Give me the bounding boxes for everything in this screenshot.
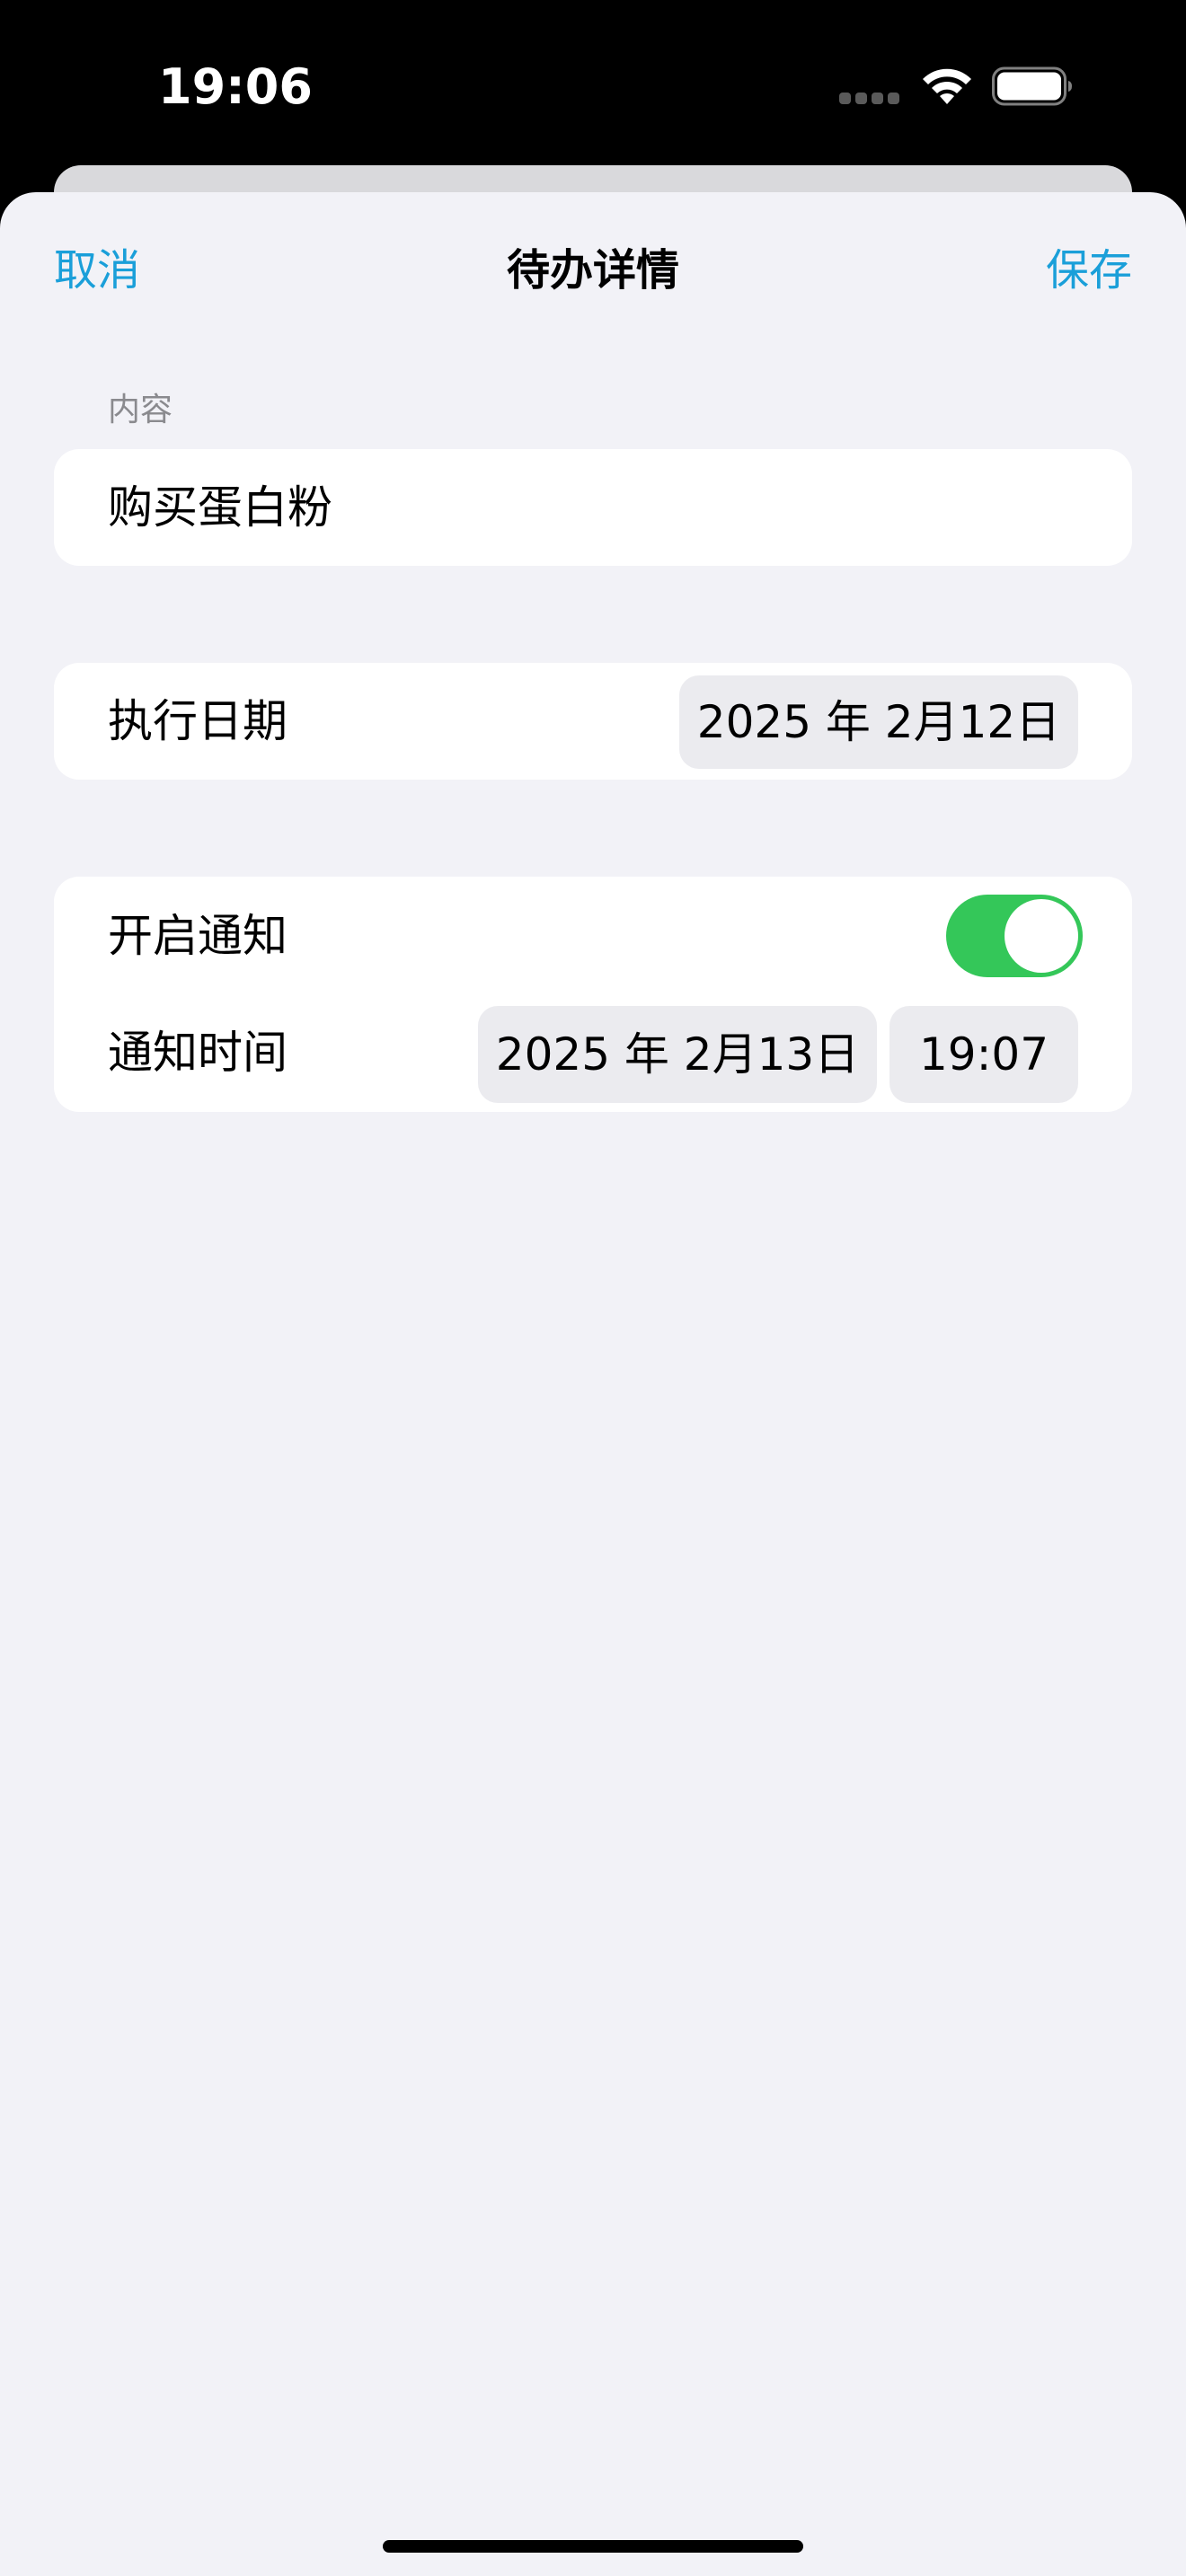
home-indicator: [383, 2540, 803, 2553]
content-section-header: 内容: [108, 392, 173, 428]
todo-detail-sheet: 取消 待办详情 保存 内容 执行日期 2025 年 2月12日 开启通知 通知时…: [0, 192, 1186, 2576]
status-time: 19:06: [158, 58, 313, 115]
execution-date-picker[interactable]: 2025 年 2月12日: [679, 675, 1078, 769]
content-input[interactable]: [108, 476, 1078, 539]
notification-time-label: 通知时间: [108, 1027, 288, 1079]
save-button[interactable]: 保存: [1046, 239, 1132, 302]
page-title: 待办详情: [506, 245, 679, 296]
content-card: [54, 449, 1132, 566]
date-card: 执行日期 2025 年 2月12日: [54, 663, 1132, 780]
notification-toggle[interactable]: [946, 895, 1083, 977]
battery-icon: [992, 66, 1072, 106]
execution-date-label: 执行日期: [108, 695, 288, 747]
notification-card: 开启通知 通知时间 2025 年 2月13日 19:07: [54, 877, 1132, 1112]
screen: 19:06 取消 待办详情 保存 内容 执行日期 2025 年 2月12日 开启…: [0, 0, 1186, 2576]
notification-time-picker[interactable]: 19:07: [890, 1006, 1078, 1103]
enable-notification-label: 开启通知: [108, 910, 288, 962]
notification-date-picker[interactable]: 2025 年 2月13日: [478, 1006, 877, 1103]
cellular-signal-icon: [839, 93, 900, 105]
toggle-knob: [1005, 899, 1078, 973]
wifi-icon: [923, 68, 971, 104]
